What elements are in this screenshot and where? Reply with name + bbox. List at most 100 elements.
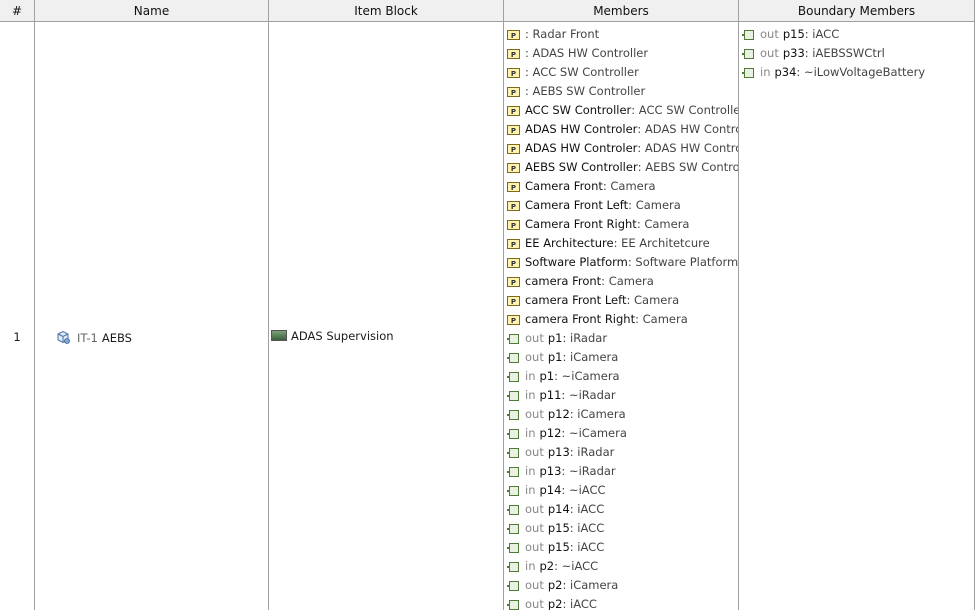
port-icon xyxy=(507,599,519,610)
member-port-item[interactable]: out p15 : iACC xyxy=(507,519,738,538)
part-property-icon: P xyxy=(507,181,520,192)
row-number-cell[interactable]: 1 xyxy=(0,22,35,610)
boundary-port-item[interactable]: out p15 : iACC xyxy=(742,25,925,44)
member-type: : ADAS HW Controller xyxy=(525,46,649,60)
port-name: p34 xyxy=(774,65,797,79)
port-direction: in xyxy=(525,426,536,440)
name-cell[interactable]: IT-1 AEBS xyxy=(35,22,269,610)
header-boundary-members[interactable]: Boundary Members xyxy=(739,0,975,22)
member-part-item[interactable]: P EE Architecture : EE Architetcure xyxy=(507,234,738,253)
port-icon xyxy=(507,428,519,440)
part-property-icon: P xyxy=(507,219,520,230)
part-property-icon: P xyxy=(507,86,520,97)
part-property-icon: P xyxy=(507,162,520,173)
port-icon xyxy=(507,523,519,535)
member-type: : Camera xyxy=(635,312,688,326)
item-name[interactable]: IT-1 AEBS xyxy=(55,329,132,345)
port-direction: in xyxy=(525,483,536,497)
part-property-icon: P xyxy=(507,295,520,306)
port-type: : iAEBSSWCtrl xyxy=(804,46,885,60)
member-port-item[interactable]: out p14 : iACC xyxy=(507,500,738,519)
port-direction: out xyxy=(525,350,544,364)
member-port-item[interactable]: in p12 : ~iCamera xyxy=(507,424,738,443)
port-name: p12 xyxy=(539,426,562,440)
item-name-label: AEBS xyxy=(101,331,132,345)
port-type: : ~iACC xyxy=(554,559,599,573)
boundary-port-item[interactable]: in p34 : ~iLowVoltageBattery xyxy=(742,63,925,82)
member-name: AEBS SW Controller xyxy=(525,160,638,174)
member-part-item[interactable]: P Software Platform : Software Platform xyxy=(507,253,739,272)
member-type: : AEBS SW Controller xyxy=(525,84,646,98)
members-table: # Name Item Block Members Boundary Membe… xyxy=(0,0,975,610)
members-cell[interactable]: P: Radar Front P: ADAS HW Controller P: AC… xyxy=(504,22,739,610)
member-port-item[interactable]: out p12 : iCamera xyxy=(507,405,738,424)
header-members[interactable]: Members xyxy=(504,0,739,22)
member-port-item[interactable]: in p2 : ~iACC xyxy=(507,557,738,576)
boundary-port-item[interactable]: out p33 : iAEBSSWCtrl xyxy=(742,44,925,63)
boundary-members-cell[interactable]: out p15 : iACC out p33 : iAEBSSWCtrl in p34 :… xyxy=(739,22,975,610)
member-name: camera Front Left xyxy=(525,293,627,307)
member-port-item[interactable]: out p13 : iRadar xyxy=(507,443,738,462)
member-port-item[interactable]: in p11 : ~iRadar xyxy=(507,386,738,405)
member-part-item[interactable]: P AEBS SW Controller : AEBS SW Controller xyxy=(507,158,739,177)
header-name[interactable]: Name xyxy=(35,0,269,22)
port-name: p14 xyxy=(539,483,562,497)
member-part-item[interactable]: P : AEBS SW Controller xyxy=(507,82,738,101)
item-block-label: ADAS Supervision xyxy=(291,329,394,343)
header-num[interactable]: # xyxy=(0,0,35,22)
port-type: : iACC xyxy=(569,502,605,516)
port-direction: in xyxy=(525,464,536,478)
member-part-item[interactable]: P: ADAS HW Controller xyxy=(507,44,738,63)
port-type: : iRadar xyxy=(562,331,608,345)
members-list: P: Radar Front P: ADAS HW Controller P: AC… xyxy=(507,25,739,610)
member-port-item[interactable]: in p13 : ~iRadar xyxy=(507,462,738,481)
port-direction: out xyxy=(525,540,544,554)
member-part-item[interactable]: P ADAS HW Controler : ADAS HW Controller xyxy=(507,120,738,139)
port-direction: out xyxy=(525,502,544,516)
port-icon xyxy=(507,542,519,554)
item-block-cell[interactable]: ADAS Supervision xyxy=(269,22,504,610)
member-part-item[interactable]: P ADAS HW Controler : ADAS HW Controller xyxy=(507,139,738,158)
member-part-item[interactable]: P Camera Front : Camera xyxy=(507,177,738,196)
port-icon xyxy=(742,29,754,41)
port-icon xyxy=(507,485,519,497)
member-port-item[interactable]: in p14 : ~iACC xyxy=(507,481,738,500)
member-type: : ACC SW Controller xyxy=(525,65,639,79)
port-type: : ~iACC xyxy=(561,483,606,497)
port-type: : ~iLowVoltageBattery xyxy=(796,65,926,79)
port-icon xyxy=(507,504,519,516)
part-property-icon: P xyxy=(507,314,520,325)
member-type: : Software Platform xyxy=(627,255,739,269)
port-name: p33 xyxy=(782,46,805,60)
member-port-item[interactable]: out p2 : iACC xyxy=(507,595,738,610)
member-part-item[interactable]: Pcamera Front Left : Camera xyxy=(507,291,738,310)
part-property-icon: P xyxy=(507,276,520,287)
member-type: : AEBS SW Controller xyxy=(637,160,739,174)
member-part-item[interactable]: P: Radar Front xyxy=(507,25,738,44)
member-part-item[interactable]: P: ACC SW Controller xyxy=(507,63,738,82)
member-name: Software Platform xyxy=(525,255,628,269)
port-type: : ~iRadar xyxy=(561,388,616,402)
member-part-item[interactable]: P Camera Front Right : Camera xyxy=(507,215,738,234)
port-type: : iRadar xyxy=(569,445,615,459)
member-name: camera Front Right xyxy=(525,312,636,326)
header-item-block[interactable]: Item Block xyxy=(269,0,504,22)
port-direction: in xyxy=(760,65,771,79)
item-block[interactable]: ADAS Supervision xyxy=(271,329,394,343)
member-port-item[interactable]: out p1 : iCamera xyxy=(507,348,738,367)
member-port-item[interactable]: out p1 : iRadar xyxy=(507,329,738,348)
port-direction: out xyxy=(525,445,544,459)
port-direction: in xyxy=(525,559,536,573)
member-part-item[interactable]: Pcamera Front Right : Camera xyxy=(507,310,738,329)
member-part-item[interactable]: Pcamera Front : Camera xyxy=(507,272,738,291)
member-part-item[interactable]: P ACC SW Controller : ACC SW Controller xyxy=(507,101,738,120)
member-port-item[interactable]: out p2 : iCamera xyxy=(507,576,738,595)
member-port-item[interactable]: out p15 : iACC xyxy=(507,538,738,557)
member-port-item[interactable]: in p1 : ~iCamera xyxy=(507,367,738,386)
member-part-item[interactable]: P Camera Front Left : Camera xyxy=(507,196,738,215)
port-icon xyxy=(507,333,519,345)
port-icon xyxy=(507,447,519,459)
port-name: p1 xyxy=(547,331,563,345)
port-icon xyxy=(742,67,754,79)
port-type: : iACC xyxy=(804,27,840,41)
